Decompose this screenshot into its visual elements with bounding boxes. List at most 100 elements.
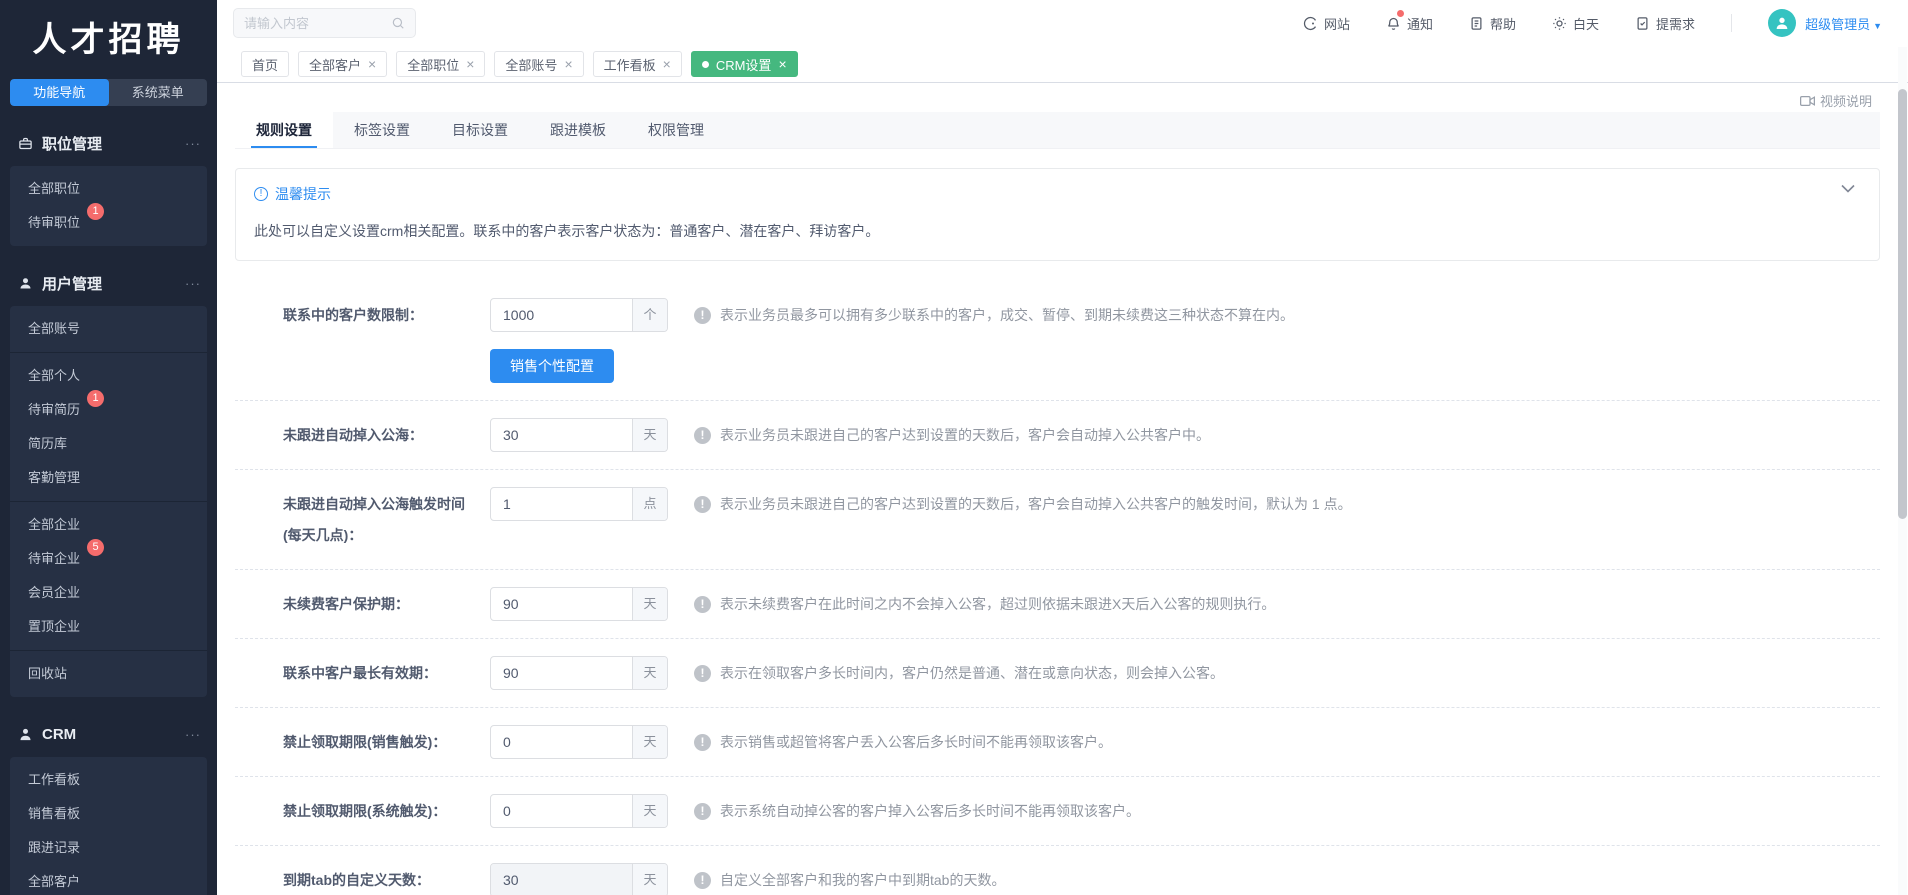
field-label: 禁止领取期限(系统触发)：: [283, 803, 447, 819]
sidebar-item-all-persons[interactable]: 全部个人: [28, 359, 118, 393]
main-content: 视频说明 规则设置 标签设置 目标设置 跟进模板 权限管理 ! 温馨提示 此处可…: [217, 83, 1908, 895]
no-followup-days-input[interactable]: [491, 419, 632, 451]
count-badge: 5: [87, 539, 104, 556]
field-description: ! 表示未续费客户在此时间之内不会掉入公客，超过则依据未跟进X天后入公客的规则执…: [694, 587, 1275, 621]
tab-all-customers[interactable]: 全部客户 ×: [298, 51, 388, 77]
theme-toggle-button[interactable]: 白天: [1552, 14, 1599, 33]
field-label: 到期tab的自定义天数：: [283, 872, 430, 888]
user-menu[interactable]: 超级管理员 ▼: [1768, 9, 1882, 37]
sidebar-item-all-accounts[interactable]: 全部账号: [28, 312, 118, 346]
unit-suffix: 天: [632, 726, 667, 758]
tab-crm-settings[interactable]: CRM设置 ×: [690, 51, 798, 77]
section-header-jobs: 职位管理 ···: [0, 130, 217, 156]
claim-ban-system-input[interactable]: [491, 795, 632, 827]
video-help-link[interactable]: 视频说明: [1799, 91, 1872, 110]
more-icon[interactable]: ···: [185, 727, 201, 742]
max-valid-period-input[interactable]: [491, 657, 632, 689]
feedback-button[interactable]: 提需求: [1635, 14, 1695, 33]
sidebar-item-pending-jobs[interactable]: 待审职位 1: [28, 203, 118, 240]
claim-ban-system-input-group: 天: [490, 794, 668, 828]
search-input[interactable]: [244, 15, 391, 31]
count-badge: 1: [87, 390, 104, 407]
sidebar-tab-system-menu[interactable]: 系统菜单: [109, 79, 208, 106]
opened-tabs-bar: 首页 全部客户 × 全部职位 × 全部账号 × 工作看板 × CRM设置 ×: [217, 46, 1908, 83]
sidebar-item-sales-board[interactable]: 销售看板: [28, 797, 118, 831]
search-icon[interactable]: [391, 16, 405, 30]
sidebar-item-pending-resumes[interactable]: 待审简历 1: [28, 390, 118, 427]
sidebar-item-attendance[interactable]: 客勤管理: [28, 461, 118, 495]
sidebar-item-work-board[interactable]: 工作看板: [28, 763, 118, 797]
info-icon: !: [694, 595, 711, 613]
section-header-crm: CRM ···: [0, 721, 217, 747]
sidebar-item-all-companies[interactable]: 全部企业: [28, 508, 118, 542]
close-icon[interactable]: ×: [663, 57, 671, 71]
form-row-contact-limit: 联系中的客户数限制： 个 销售个性配置 ! 表示业务员最多可以拥有多少联系中的客…: [235, 281, 1880, 401]
search-box: [233, 8, 416, 38]
more-icon[interactable]: ···: [185, 136, 201, 151]
sidebar-item-all-jobs[interactable]: 全部职位: [28, 172, 118, 206]
tab-tag-settings[interactable]: 标签设置: [333, 112, 431, 148]
notification-dot: [1397, 9, 1404, 17]
sun-icon: [1552, 16, 1567, 31]
sidebar-tab-function-nav[interactable]: 功能导航: [10, 79, 109, 106]
trigger-hour-input[interactable]: [491, 488, 632, 520]
field-label: 未跟进自动掉入公海触发时间 (每天几点)：: [283, 496, 465, 543]
sidebar-item-member-companies[interactable]: 会员企业: [28, 576, 118, 610]
tab-all-jobs[interactable]: 全部职位 ×: [396, 51, 486, 77]
sidebar-item-resume-library[interactable]: 简历库: [28, 427, 118, 461]
tab-home[interactable]: 首页: [241, 51, 290, 77]
sidebar-item-all-customers[interactable]: 全部客户: [28, 865, 118, 895]
tab-target-settings[interactable]: 目标设置: [431, 112, 529, 148]
scrollbar-thumb[interactable]: [1898, 89, 1907, 519]
close-icon[interactable]: ×: [466, 57, 474, 71]
bell-icon: [1386, 16, 1401, 31]
unit-suffix: 天: [632, 657, 667, 689]
sidebar: 人才招聘 功能导航 系统菜单 职位管理 ··· 全部职位 待审职位 1 用户管理…: [0, 0, 217, 895]
form-row-max-valid-period: 联系中客户最长有效期： 天 ! 表示在领取客户多长时间内，客户仍然是普通、潜在或…: [235, 639, 1880, 708]
sidebar-item-pending-companies[interactable]: 待审企业 5: [28, 539, 118, 576]
settings-tabs: 规则设置 标签设置 目标设置 跟进模板 权限管理: [235, 112, 1880, 149]
unit-suffix: 天: [632, 864, 667, 895]
briefcase-icon: [18, 136, 33, 151]
max-valid-period-input-group: 天: [490, 656, 668, 690]
tab-all-accounts[interactable]: 全部账号 ×: [494, 51, 584, 77]
close-icon[interactable]: ×: [564, 57, 572, 71]
caret-down-icon: ▼: [1873, 20, 1882, 31]
section-title: 职位管理: [42, 135, 103, 153]
field-label: 联系中的客户数限制：: [283, 307, 423, 323]
alert-body: 此处可以自定义设置crm相关配置。联系中的客户表示客户状态为：普通客户、潜在客户…: [254, 223, 880, 239]
renewal-protection-input[interactable]: [491, 588, 632, 620]
more-icon[interactable]: ···: [185, 276, 201, 291]
contact-limit-input[interactable]: [491, 299, 632, 331]
vertical-scrollbar[interactable]: [1898, 47, 1907, 895]
tab-work-board[interactable]: 工作看板 ×: [592, 51, 682, 77]
field-description: ! 表示销售或超管将客户丢入公客后多长时间不能再领取该客户。: [694, 725, 1112, 759]
sidebar-item-top-companies[interactable]: 置顶企业: [28, 610, 118, 644]
tab-permission-mgmt[interactable]: 权限管理: [627, 112, 725, 148]
info-icon: !: [694, 733, 711, 751]
video-icon: [1799, 95, 1815, 107]
unit-suffix: 点: [632, 488, 667, 520]
count-badge: 1: [87, 203, 104, 220]
help-button[interactable]: 帮助: [1469, 14, 1516, 33]
info-circle-icon: !: [254, 187, 268, 201]
form-row-claim-ban-system: 禁止领取期限(系统触发)： 天 ! 表示系统自动掉公客的客户掉入公客后多长时间不…: [235, 777, 1880, 846]
chevron-down-icon[interactable]: [1841, 184, 1855, 193]
field-label: 未跟进自动掉入公海：: [283, 427, 423, 443]
notifications-button[interactable]: 通知: [1386, 9, 1433, 33]
expired-tab-days-input[interactable]: [491, 864, 632, 895]
section-card-users: 全部账号 全部个人 待审简历 1 简历库 客勤管理 全部企业 待审企业 5 会员…: [10, 306, 207, 697]
app-title: 人才招聘: [32, 22, 185, 59]
tab-followup-template[interactable]: 跟进模板: [529, 112, 627, 148]
section-card-jobs: 全部职位 待审职位 1: [10, 166, 207, 246]
section-title: 用户管理: [42, 275, 103, 293]
claim-ban-sales-input[interactable]: [491, 726, 632, 758]
sidebar-item-followup-records[interactable]: 跟进记录: [28, 831, 118, 865]
sales-custom-config-button[interactable]: 销售个性配置: [490, 349, 614, 383]
unit-suffix: 天: [632, 588, 667, 620]
close-icon[interactable]: ×: [368, 57, 376, 71]
close-icon[interactable]: ×: [778, 57, 786, 71]
tab-rule-settings[interactable]: 规则设置: [235, 112, 333, 148]
sidebar-item-recycle-bin[interactable]: 回收站: [28, 657, 118, 691]
website-button[interactable]: 网站: [1303, 14, 1350, 33]
